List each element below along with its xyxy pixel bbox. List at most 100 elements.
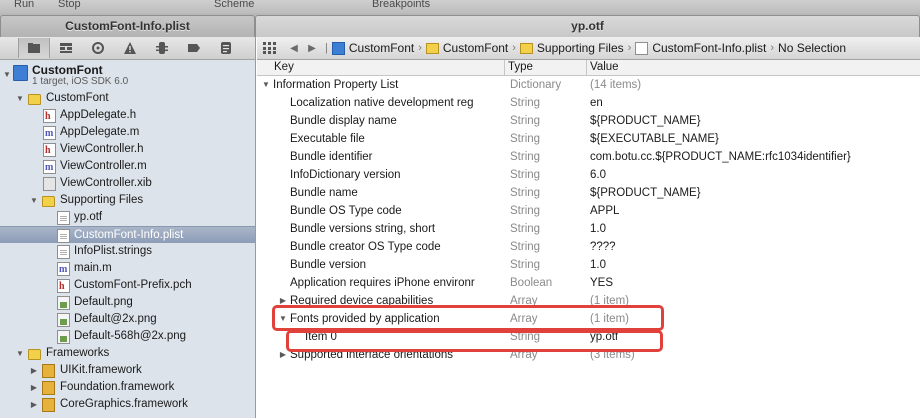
plist-row[interactable]: Bundle OS Type code String APPL — [257, 202, 920, 220]
tab-customfont-info-plist[interactable]: CustomFont-Info.plist — [0, 15, 255, 37]
plist-key[interactable]: Bundle name — [290, 184, 358, 202]
plist-key[interactable]: Bundle creator OS Type code — [290, 238, 441, 256]
sidebar-item-customfont[interactable]: ▼ CustomFont — [0, 90, 255, 107]
sidebar-item-appdelegate-h[interactable]: h AppDelegate.h — [0, 107, 255, 124]
plist-type[interactable]: String — [510, 166, 540, 184]
plist-row[interactable]: Bundle name String ${PRODUCT_NAME} — [257, 184, 920, 202]
sidebar-item-frameworks[interactable]: ▼ Frameworks — [0, 345, 255, 362]
disclosure-expanded-icon[interactable]: ▼ — [16, 90, 24, 107]
disclosure-collapsed-icon[interactable]: ▶ — [30, 379, 38, 396]
plist-value[interactable]: ${PRODUCT_NAME} — [590, 112, 701, 130]
plist-value[interactable]: ${EXECUTABLE_NAME} — [590, 130, 719, 148]
sidebar-item-main-m[interactable]: m main.m — [0, 260, 255, 277]
symbol-navigator-button[interactable] — [50, 38, 82, 58]
plist-key[interactable]: Bundle version — [290, 256, 366, 274]
plist-value[interactable]: com.botu.cc.${PRODUCT_NAME:rfc1034identi… — [590, 148, 851, 166]
stop-button[interactable]: Stop — [58, 0, 81, 10]
plist-key[interactable]: Information Property List — [273, 76, 398, 94]
plist-value[interactable]: ${PRODUCT_NAME} — [590, 184, 701, 202]
plist-row[interactable]: Bundle identifier String com.botu.cc.${PRO… — [257, 148, 920, 166]
sidebar-item-customfont-info-plist[interactable]: CustomFont-Info.plist — [0, 226, 255, 243]
sidebar-item-uikit-framework[interactable]: ▶ UIKit.framework — [0, 362, 255, 379]
jumpbar-crumb-file[interactable]: CustomFont-Info.plist — [635, 41, 766, 55]
plist-row[interactable]: ▼ Information Property List Dictionary (14 … — [257, 76, 920, 94]
plist-value[interactable]: en — [590, 94, 603, 112]
plist-key[interactable]: Executable file — [290, 130, 365, 148]
plist-type[interactable]: Boolean — [510, 274, 552, 292]
value-column-header[interactable]: Value — [590, 61, 619, 73]
sidebar-item-viewcontroller-xib[interactable]: ViewController.xib — [0, 175, 255, 192]
plist-key[interactable]: Bundle OS Type code — [290, 202, 402, 220]
type-column-header[interactable]: Type — [508, 61, 533, 73]
plist-type[interactable]: String — [510, 94, 540, 112]
disclosure-expanded-icon[interactable]: ▼ — [30, 192, 38, 209]
sidebar-item-viewcontroller-m[interactable]: m ViewController.m — [0, 158, 255, 175]
disclosure-expanded-icon[interactable]: ▼ — [262, 76, 270, 94]
plist-key[interactable]: Application requires iPhone environr — [290, 274, 475, 292]
plist-value[interactable]: YES — [590, 274, 613, 292]
back-arrow-icon[interactable]: ◀ — [285, 43, 303, 54]
plist-row[interactable]: Localization native development reg Strin… — [257, 94, 920, 112]
plist-type[interactable]: String — [510, 220, 540, 238]
project-root-item[interactable]: ▼ CustomFont 1 target, iOS SDK 6.0 — [0, 60, 255, 90]
jumpbar-crumb-selection[interactable]: No Selection — [778, 41, 846, 55]
related-files-grid-icon[interactable] — [263, 42, 277, 54]
sidebar-item-foundation-framework[interactable]: ▶ Foundation.framework — [0, 379, 255, 396]
jumpbar-crumb-project[interactable]: CustomFont — [331, 41, 414, 55]
debug-navigator-button[interactable] — [146, 38, 178, 58]
issue-navigator-button[interactable] — [114, 38, 146, 58]
plist-row[interactable]: Application requires iPhone environr Bool… — [257, 274, 920, 292]
plist-row[interactable]: Bundle version String 1.0 — [257, 256, 920, 274]
project-navigator-button[interactable] — [18, 38, 50, 58]
plist-type[interactable]: String — [510, 130, 540, 148]
plist-row[interactable]: Bundle versions string, short String 1.0 — [257, 220, 920, 238]
sidebar-item-coregraphics-framework[interactable]: ▶ CoreGraphics.framework — [0, 396, 255, 413]
sidebar-item-default-png[interactable]: Default.png — [0, 294, 255, 311]
plist-value[interactable]: (14 items) — [590, 76, 641, 94]
sidebar-item-supporting-files[interactable]: ▼ Supporting Files — [0, 192, 255, 209]
plist-row[interactable]: Executable file String ${EXECUTABLE_NAME} — [257, 130, 920, 148]
plist-type[interactable]: String — [510, 238, 540, 256]
disclosure-triangle-icon[interactable]: ▼ — [3, 66, 11, 83]
plist-key[interactable]: Bundle versions string, short — [290, 220, 435, 238]
sidebar-item-default-2x-png[interactable]: Default@2x.png — [0, 311, 255, 328]
plist-row[interactable]: Bundle creator OS Type code String???? — [257, 238, 920, 256]
plist-type[interactable]: String — [510, 184, 540, 202]
disclosure-collapsed-icon[interactable]: ▶ — [30, 362, 38, 379]
plist-key[interactable]: Localization native development reg — [290, 94, 473, 112]
scheme-menu[interactable]: Scheme — [214, 0, 254, 10]
breakpoint-navigator-button[interactable] — [178, 38, 210, 58]
sidebar-item-customfont-prefix-pch[interactable]: h CustomFont-Prefix.pch — [0, 277, 255, 294]
search-navigator-button[interactable] — [82, 38, 114, 58]
key-column-header[interactable]: Key — [274, 61, 294, 73]
tab-yp-otf[interactable]: yp.otf — [255, 15, 920, 37]
log-navigator-button[interactable] — [210, 38, 242, 58]
plist-value[interactable]: 6.0 — [590, 166, 606, 184]
plist-value[interactable]: APPL — [590, 202, 619, 220]
plist-key[interactable]: InfoDictionary version — [290, 166, 401, 184]
disclosure-collapsed-icon[interactable]: ▶ — [30, 396, 38, 413]
plist-value[interactable]: 1.0 — [590, 220, 606, 238]
plist-type[interactable]: String — [510, 256, 540, 274]
jumpbar-crumb-supporting-files[interactable]: Supporting Files — [519, 41, 624, 55]
sidebar-item-viewcontroller-h[interactable]: h ViewController.h — [0, 141, 255, 158]
jumpbar-crumb-group[interactable]: CustomFont — [425, 41, 508, 55]
plist-type[interactable]: String — [510, 202, 540, 220]
plist-key[interactable]: Bundle identifier — [290, 148, 372, 166]
forward-arrow-icon[interactable]: ▶ — [303, 43, 321, 54]
plist-row[interactable]: Bundle display name String ${PRODUCT_NAME} — [257, 112, 920, 130]
sidebar-item-default-568h-2x-png[interactable]: Default-568h@2x.png — [0, 328, 255, 345]
breakpoints-button[interactable]: Breakpoints — [372, 0, 430, 10]
disclosure-expanded-icon[interactable]: ▼ — [16, 345, 24, 362]
plist-value[interactable]: ???? — [590, 238, 616, 256]
sidebar-item-yp-otf[interactable]: yp.otf — [0, 209, 255, 226]
run-button[interactable]: Run — [14, 0, 34, 10]
plist-type[interactable]: Dictionary — [510, 76, 561, 94]
plist-value[interactable]: 1.0 — [590, 256, 606, 274]
plist-type[interactable]: String — [510, 112, 540, 130]
plist-row[interactable]: InfoDictionary version String 6.0 — [257, 166, 920, 184]
plist-type[interactable]: String — [510, 148, 540, 166]
sidebar-item-appdelegate-m[interactable]: m AppDelegate.m — [0, 124, 255, 141]
sidebar-item-infoplist-strings[interactable]: InfoPlist.strings — [0, 243, 255, 260]
plist-key[interactable]: Bundle display name — [290, 112, 397, 130]
